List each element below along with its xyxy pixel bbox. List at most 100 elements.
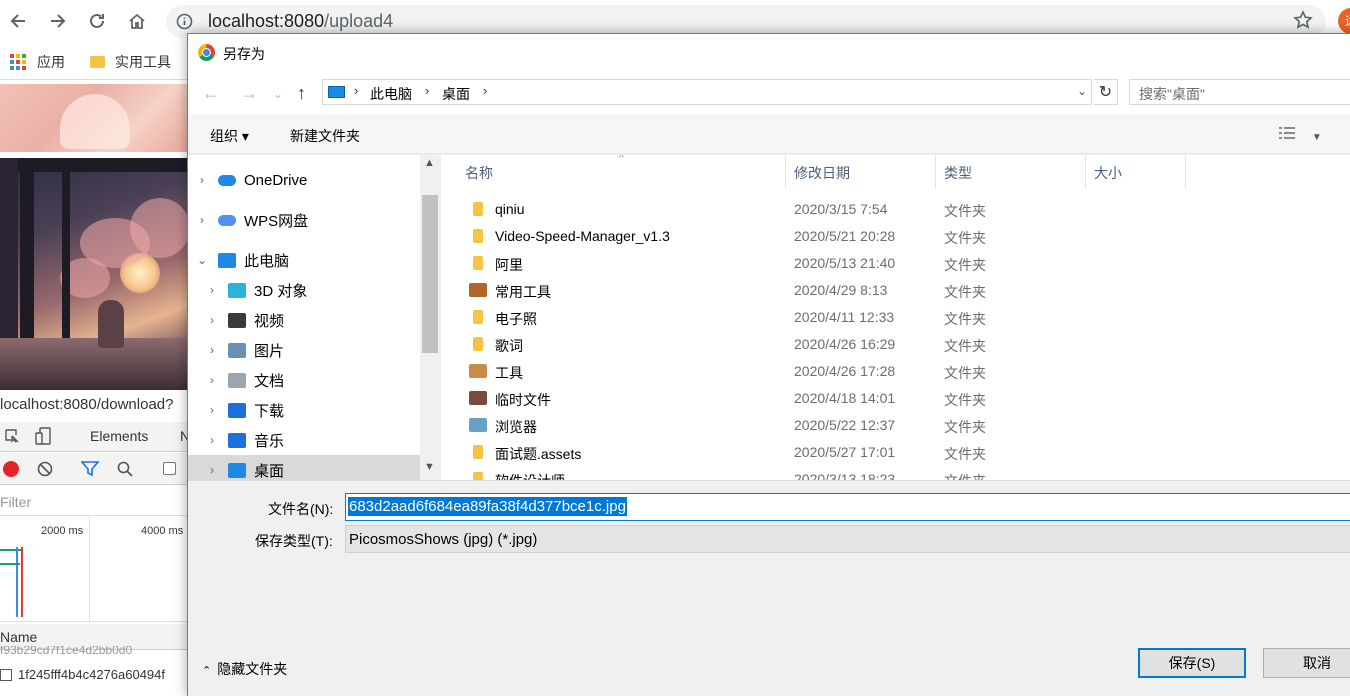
forward-button[interactable] — [45, 8, 71, 34]
dialog-titlebar[interactable]: 另存为 — [188, 34, 1350, 70]
timeline-tick: 4000 ms — [141, 525, 184, 537]
folder-icon — [90, 56, 105, 68]
column-date[interactable]: 修改日期 — [786, 155, 936, 189]
bookmark-tools-folder[interactable]: 实用工具 — [90, 52, 171, 72]
chevron-right-icon[interactable]: › — [425, 83, 429, 98]
chevron-right-icon[interactable]: › — [206, 403, 218, 417]
chevron-down-icon[interactable]: ⌄ — [196, 253, 208, 267]
chevron-right-icon[interactable]: › — [196, 173, 208, 187]
chevron-right-icon[interactable]: › — [206, 373, 218, 387]
file-row[interactable]: 软件设计师 2020/3/13 18:23 文件夹 — [441, 466, 1350, 480]
scrollbar-thumb[interactable] — [422, 195, 438, 353]
tab-elements[interactable]: Elements — [90, 428, 148, 444]
file-row[interactable]: 歌词 2020/4/26 16:29 文件夹 — [441, 331, 1350, 358]
nav-item[interactable]: › 音乐 — [188, 425, 420, 455]
column-name-label: 名称 — [465, 165, 493, 181]
breadcrumb-this-pc[interactable]: 此电脑 — [370, 84, 412, 104]
clear-icon[interactable] — [37, 461, 53, 477]
status-url: localhost:8080/download? — [0, 396, 174, 413]
scroll-down-icon[interactable]: ▼ — [424, 461, 435, 473]
filetype-select[interactable]: PicosmosShows (jpg) (*.jpg) — [345, 525, 1350, 553]
column-type[interactable]: 类型 — [936, 155, 1086, 189]
column-name[interactable]: ^ 名称 — [441, 155, 786, 189]
up-arrow-icon[interactable]: ↑ — [297, 83, 306, 104]
cancel-button[interactable]: 取消 — [1263, 648, 1350, 678]
device-toggle-icon[interactable] — [35, 427, 53, 445]
nav-item-label: 音乐 — [254, 432, 285, 450]
url-host: localhost:8080 — [208, 11, 325, 31]
column-size-label: 大小 — [1094, 165, 1122, 181]
file-row[interactable]: 工具 2020/4/26 17:28 文件夹 — [441, 358, 1350, 385]
nav-item[interactable]: › 图片 — [188, 335, 420, 365]
nav-item[interactable]: › 下载 — [188, 395, 420, 425]
refresh-button[interactable]: ↻ — [1094, 79, 1118, 105]
search-icon[interactable] — [117, 461, 133, 477]
column-size[interactable]: 大小 — [1086, 155, 1186, 189]
recent-dropdown-icon[interactable]: ⌄ — [273, 87, 283, 101]
hide-folders-toggle[interactable]: ⌃ 隐藏文件夹 — [202, 659, 287, 679]
new-folder-button[interactable]: 新建文件夹 — [290, 126, 360, 146]
filter-icon[interactable] — [81, 461, 99, 477]
file-name: 电子照 — [495, 311, 537, 327]
breadcrumb[interactable]: › 此电脑 › 桌面 › ⌄ — [322, 79, 1092, 105]
file-date: 2020/4/26 16:29 — [794, 336, 896, 352]
nav-item[interactable]: › OneDrive — [188, 165, 420, 195]
chevron-right-icon[interactable]: › — [354, 83, 358, 98]
bookmark-star-icon[interactable] — [1293, 10, 1313, 30]
chevron-down-icon[interactable]: ⌄ — [1077, 84, 1087, 98]
file-row[interactable]: 临时文件 2020/4/18 14:01 文件夹 — [441, 385, 1350, 412]
file-row[interactable]: 阿里 2020/5/13 21:40 文件夹 — [441, 250, 1350, 277]
file-name: 工具 — [495, 365, 523, 381]
file-row[interactable]: 面试题.assets 2020/5/27 17:01 文件夹 — [441, 439, 1350, 466]
chevron-right-icon[interactable]: › — [196, 213, 208, 227]
inspect-icon[interactable] — [4, 428, 20, 444]
filename-field[interactable]: 683d2aad6f684ea89fa38f4d377bce1c.jpg — [345, 493, 1350, 521]
name-column-header[interactable]: Name — [0, 629, 37, 645]
3d-objects-icon — [228, 282, 246, 298]
chevron-right-icon[interactable]: › — [483, 83, 487, 98]
chevron-right-icon[interactable]: › — [206, 313, 218, 327]
search-input[interactable]: 搜索"桌面" — [1129, 79, 1350, 105]
table-row[interactable]: 1f245fff4b4c4276a60494f — [0, 667, 187, 682]
profile-avatar[interactable]: 远 — [1338, 8, 1350, 34]
file-row[interactable]: qiniu 2020/3/15 7:54 文件夹 — [441, 196, 1350, 223]
checkbox[interactable] — [163, 462, 176, 475]
record-icon[interactable] — [3, 461, 19, 477]
nav-item[interactable]: › 3D 对象 — [188, 275, 420, 305]
back-arrow-icon — [10, 14, 25, 28]
organize-button[interactable]: 组织 ▾ — [210, 126, 249, 146]
file-row[interactable]: 电子照 2020/4/11 12:33 文件夹 — [441, 304, 1350, 331]
nav-item[interactable]: › 文档 — [188, 365, 420, 395]
table-row[interactable]: f93b29cd7f1ce4d2bb0d0 — [0, 646, 187, 660]
back-arrow-icon[interactable]: ← — [202, 83, 220, 104]
nav-item-label: OneDrive — [244, 171, 308, 189]
forward-arrow-icon[interactable]: → — [240, 83, 258, 104]
chevron-right-icon[interactable]: › — [206, 343, 218, 357]
nav-scrollbar[interactable]: ▲ ▼ — [420, 155, 440, 480]
nav-item[interactable]: › 桌面 — [188, 455, 420, 480]
file-row[interactable]: Video-Speed-Manager_v1.3 2020/5/21 20:28 文… — [441, 223, 1350, 250]
file-row[interactable]: 常用工具 2020/4/29 8:13 文件夹 — [441, 277, 1350, 304]
back-button[interactable] — [5, 8, 31, 34]
chevron-right-icon[interactable]: › — [206, 283, 218, 297]
chevron-right-icon[interactable]: › — [206, 433, 218, 447]
scroll-up-icon[interactable]: ▲ — [424, 157, 435, 169]
file-name: qiniu — [495, 201, 525, 217]
home-button[interactable] — [124, 8, 150, 34]
devtools-filter[interactable]: Filter — [0, 486, 187, 516]
nav-item[interactable]: › 视频 — [188, 305, 420, 335]
hide-folders-label: 隐藏文件夹 — [217, 661, 288, 677]
bookmark-apps[interactable]: 应用 — [9, 52, 65, 72]
view-options-button[interactable]: ▼ — [1278, 126, 1322, 143]
nav-item[interactable]: ⌄ 此电脑 — [188, 245, 420, 275]
file-type: 文件夹 — [944, 365, 986, 381]
breadcrumb-desktop[interactable]: 桌面 — [442, 84, 470, 104]
reload-button[interactable] — [84, 8, 110, 34]
file-type: 文件夹 — [944, 203, 986, 219]
info-icon[interactable] — [176, 13, 193, 30]
devtools-network-toolbar — [0, 453, 187, 485]
save-button[interactable]: 保存(S) — [1138, 648, 1246, 678]
chevron-right-icon[interactable]: › — [206, 463, 218, 477]
file-row[interactable]: 浏览器 2020/5/22 12:37 文件夹 — [441, 412, 1350, 439]
nav-item[interactable]: › WPS网盘 — [188, 205, 420, 235]
